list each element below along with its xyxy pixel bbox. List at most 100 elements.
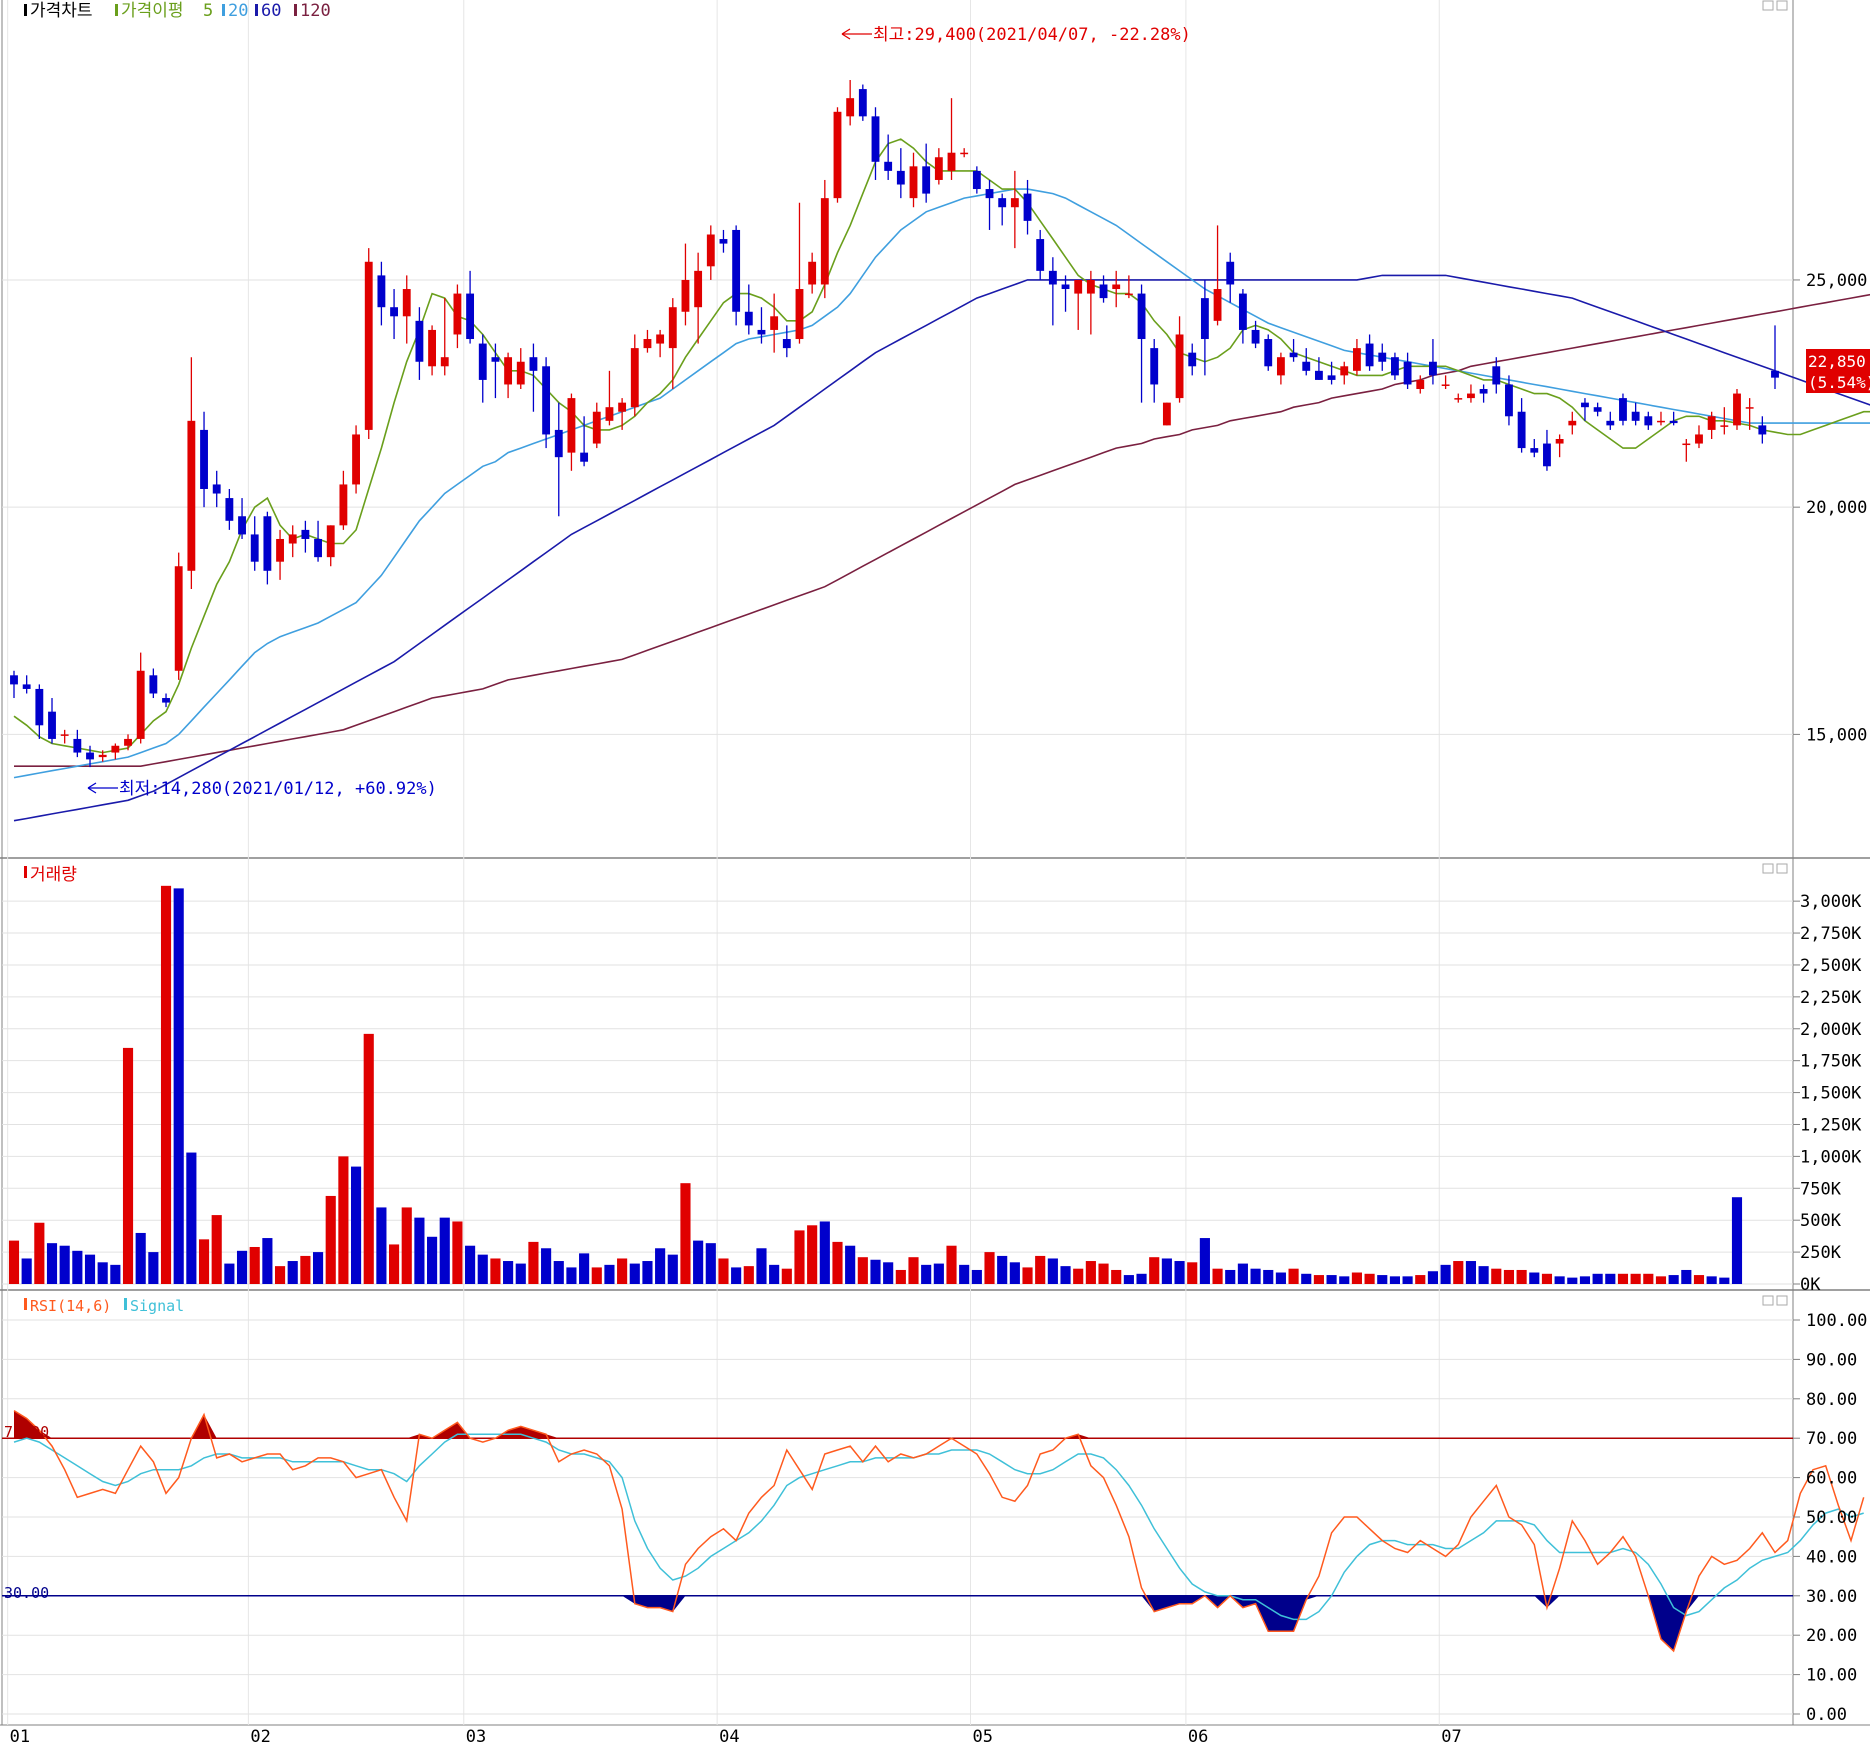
candle-body: [1441, 384, 1450, 386]
volume-bar: [325, 1195, 336, 1284]
close-icon[interactable]: [1776, 1295, 1788, 1306]
candle-body: [618, 402, 627, 412]
volume-bar: [1225, 1269, 1236, 1284]
volume-bar: [135, 1232, 146, 1284]
volume-bar: [300, 1255, 311, 1284]
candle-body: [339, 484, 348, 526]
candle-body: [35, 688, 44, 726]
volume-bar: [1123, 1275, 1134, 1284]
volume-bar: [211, 1215, 222, 1284]
volume-bar: [350, 1166, 362, 1284]
candle-body: [162, 698, 170, 703]
volume-bar: [566, 1267, 577, 1284]
candle: [352, 425, 360, 494]
close-icon[interactable]: [1776, 0, 1788, 11]
candle-body: [1568, 420, 1577, 426]
volume-bar: [122, 1047, 134, 1284]
close-icon[interactable]: [1776, 863, 1788, 874]
candle-body: [1619, 398, 1627, 421]
candle-body: [1251, 329, 1260, 344]
x-tick-label: 07: [1441, 1727, 1461, 1747]
candle-body: [1150, 348, 1159, 385]
volume-bar: [490, 1258, 501, 1284]
rsi-tick-label: 30.00: [1806, 1587, 1857, 1607]
rsi-tick-label: 80.00: [1806, 1390, 1857, 1410]
volume-bar: [1503, 1269, 1515, 1284]
volume-bar: [971, 1269, 982, 1284]
volume-tick-label: 2,750K: [1800, 924, 1862, 944]
volume-bar: [110, 1264, 121, 1284]
x-tick-label: 06: [1188, 1727, 1208, 1747]
candle-body: [364, 261, 373, 430]
candle-body: [440, 357, 449, 367]
last-price-badge: 22,850 (5.54%): [1806, 349, 1870, 393]
candle-body: [985, 189, 994, 199]
volume-bar: [705, 1243, 716, 1284]
volume-bar: [769, 1264, 780, 1284]
rsi-tick-label: 10.00: [1806, 1666, 1857, 1686]
candle-body: [1517, 411, 1526, 449]
volume-bar: [1440, 1264, 1451, 1284]
candle-body: [1429, 361, 1437, 376]
volume-tick-label: 1,500K: [1800, 1084, 1862, 1104]
candle-body: [1137, 293, 1146, 340]
candle-body: [960, 152, 969, 155]
volume-bar: [274, 1266, 286, 1284]
high-label: 최고:29,400(2021/04/07, -22.28%): [873, 25, 1191, 45]
volume-bar: [389, 1244, 400, 1284]
candle-body: [694, 270, 703, 308]
candle-body: [1074, 279, 1083, 294]
x-tick-label: 04: [719, 1727, 739, 1747]
candle-body: [314, 538, 322, 558]
rsi-tick-label: 60.00: [1806, 1469, 1857, 1489]
volume-bar: [452, 1221, 463, 1284]
volume-bar: [1592, 1273, 1603, 1284]
volume-bar: [414, 1217, 425, 1284]
volume-bar: [1529, 1272, 1540, 1284]
minimize-icon[interactable]: [1762, 0, 1774, 11]
volume-bar: [845, 1245, 856, 1284]
volume-bar: [1009, 1262, 1020, 1284]
volume-bar: [198, 1239, 210, 1284]
candle-body: [453, 293, 462, 335]
volume-bar: [427, 1236, 438, 1284]
candle-body: [238, 516, 246, 535]
candle-body: [124, 738, 132, 746]
candle-body: [947, 152, 956, 171]
volume-bar: [1161, 1258, 1172, 1284]
candle-body: [770, 316, 779, 330]
candle-body: [402, 289, 411, 317]
candle-body: [60, 734, 69, 736]
minimize-icon[interactable]: [1762, 863, 1774, 874]
volume-bar: [1731, 1197, 1743, 1284]
candle: [1619, 393, 1627, 426]
candle-body: [871, 116, 880, 162]
candle-body: [225, 498, 234, 521]
rsi-upper-label: 70.00: [4, 1423, 49, 1441]
candle-body: [1023, 193, 1032, 221]
candle-body: [1099, 284, 1108, 299]
volume-bar: [895, 1269, 906, 1284]
rsi-tick-label: 50.00: [1806, 1508, 1857, 1528]
volume-bar: [401, 1207, 412, 1284]
candle-body: [73, 738, 82, 753]
volume-tick-label: 250K: [1800, 1243, 1842, 1263]
minimize-icon[interactable]: [1762, 1295, 1774, 1306]
volume-bar: [1579, 1276, 1591, 1284]
volume-bar: [655, 1248, 666, 1284]
volume-bar: [819, 1221, 830, 1284]
candle-body: [1327, 375, 1336, 380]
volume-bar: [236, 1250, 248, 1284]
volume-bar: [1643, 1273, 1654, 1284]
candle-body: [846, 98, 855, 117]
candle-body: [1530, 448, 1539, 453]
candle-body: [1707, 416, 1716, 430]
candle-body: [1036, 239, 1045, 271]
volume-bar: [1275, 1272, 1286, 1284]
candle-body: [1010, 198, 1019, 208]
ma20-label: 20: [228, 1, 248, 21]
volume-bar: [376, 1207, 387, 1284]
candle-body: [706, 234, 715, 267]
candle-body: [415, 320, 424, 362]
volume-bar: [1516, 1269, 1527, 1284]
